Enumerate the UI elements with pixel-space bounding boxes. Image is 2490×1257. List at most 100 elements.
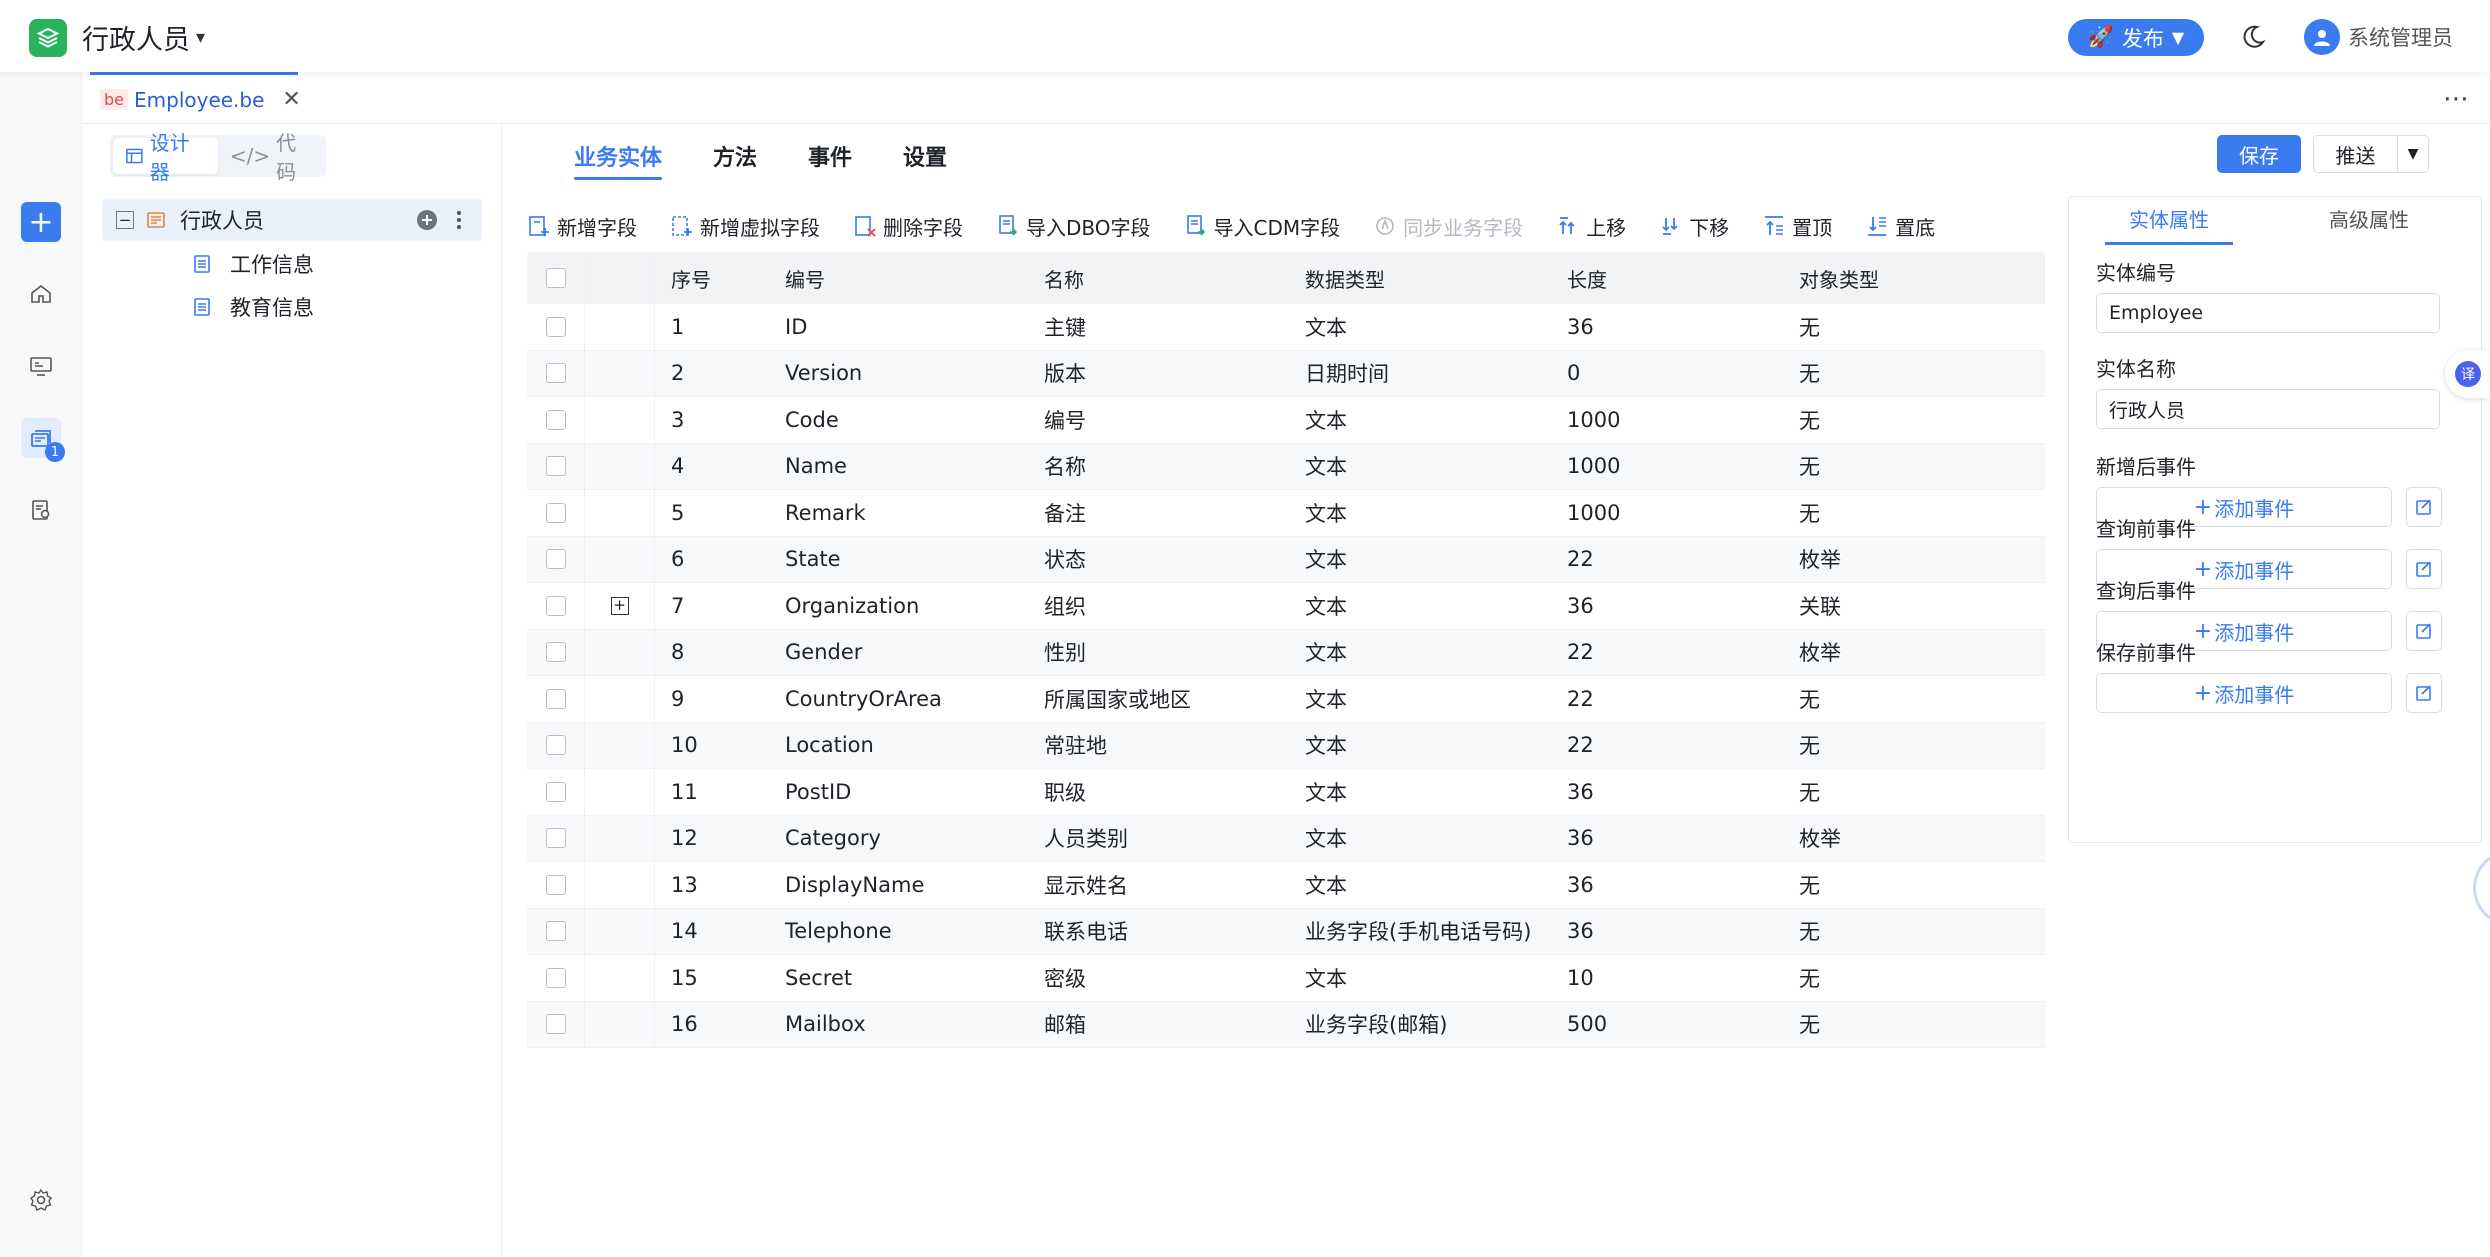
row-checkbox[interactable] <box>545 688 566 709</box>
table-row[interactable]: 10 Location 常驻地 文本 22 无 <box>527 722 2045 769</box>
toolbar-add-field-button[interactable]: 新增字段 <box>527 212 637 241</box>
row-checkbox[interactable] <box>545 595 566 616</box>
row-checkbox[interactable] <box>545 781 566 802</box>
table-row[interactable]: 13 DisplayName 显示姓名 文本 36 无 <box>527 862 2045 909</box>
entity-name-input[interactable]: 行政人员 <box>2096 389 2440 429</box>
row-checkbox[interactable] <box>545 409 566 430</box>
table-row[interactable]: 16 Mailbox 邮箱 业务字段(邮箱) 500 无 <box>527 1001 2045 1048</box>
add-event-label: 添加事件 <box>2214 620 2295 645</box>
table-row[interactable]: 8 Gender 性别 文本 22 枚举 <box>527 629 2045 676</box>
row-select-cell <box>527 595 584 616</box>
row-checkbox[interactable] <box>545 967 566 988</box>
row-checkbox[interactable] <box>545 549 566 570</box>
publish-button[interactable]: 🚀 发布 ▼ <box>2068 19 2204 56</box>
table-row[interactable]: 2 Version 版本 日期时间 0 无 <box>527 350 2045 397</box>
row-checkbox[interactable] <box>545 828 566 849</box>
row-checkbox[interactable] <box>545 316 566 337</box>
app-logo-icon[interactable] <box>29 19 67 57</box>
row-checkbox[interactable] <box>545 502 566 523</box>
table-row[interactable]: 4 Name 名称 文本 1000 无 <box>527 443 2045 490</box>
row-checkbox[interactable] <box>545 456 566 477</box>
add-child-icon[interactable] <box>416 209 438 231</box>
tab-entity-props[interactable]: 实体属性 <box>2069 197 2269 245</box>
tab-advanced-props[interactable]: 高级属性 <box>2269 197 2469 245</box>
cell-name: 版本 <box>1044 362 1086 387</box>
more-vertical-icon[interactable] <box>456 209 462 231</box>
save-button[interactable]: 保存 <box>2217 135 2301 173</box>
add-event-button[interactable]: + 添加事件 <box>2096 673 2392 713</box>
toolbar-import-dbo-button[interactable]: 导入DBO字段 <box>996 212 1151 241</box>
plus-icon: + <box>2193 494 2213 520</box>
table-row[interactable]: 11 PostID 职级 文本 36 无 <box>527 769 2045 816</box>
tree-node-child[interactable]: 工作信息 <box>102 243 314 285</box>
table-header: 序号 编号 名称 数据类型 长度 对象类型 <box>527 252 2045 304</box>
file-tab-employee[interactable]: be Employee.be ✕ <box>90 72 301 124</box>
edit-event-icon[interactable] <box>2406 487 2442 527</box>
toolbar-move-down-button[interactable]: 下移 <box>1659 212 1729 241</box>
tab-methods[interactable]: 方法 <box>713 124 757 188</box>
row-checkbox[interactable] <box>545 735 566 756</box>
table-row[interactable]: 12 Category 人员类别 文本 36 枚举 <box>527 815 2045 862</box>
push-button[interactable]: 推送 <box>2314 136 2398 172</box>
tab-settings[interactable]: 设置 <box>903 124 947 188</box>
entity-code-input[interactable]: Employee <box>2096 293 2440 333</box>
close-icon[interactable]: ✕ <box>282 87 300 112</box>
expand-icon[interactable]: + <box>610 596 629 615</box>
left-rail: + 1 <box>0 72 82 1257</box>
moon-icon[interactable] <box>2238 22 2268 52</box>
toolbar-move-bottom-button[interactable]: 置底 <box>1865 212 1935 241</box>
row-select-cell <box>527 316 584 337</box>
row-checkbox[interactable] <box>545 921 566 942</box>
user-menu[interactable]: 系统管理员 <box>2304 19 2453 55</box>
cell-seq: 8 <box>671 640 685 665</box>
expand-cell <box>584 955 655 1001</box>
table-row[interactable]: +7 Organization 组织 文本 36 关联 <box>527 583 2045 630</box>
report-icon[interactable] <box>21 490 61 530</box>
tab-business-entity[interactable]: 业务实体 <box>574 124 663 188</box>
row-checkbox[interactable] <box>545 874 566 895</box>
col-seq: 序号 <box>671 267 711 292</box>
more-icon[interactable]: ⋯ <box>2443 84 2470 114</box>
toolbar-delete-field-button[interactable]: 删除字段 <box>853 212 963 241</box>
cell-name: 组织 <box>1044 594 1086 619</box>
settings-icon[interactable] <box>21 1180 61 1220</box>
edit-event-icon[interactable] <box>2406 611 2442 651</box>
app-title-dropdown[interactable]: 行政人员 ▾ <box>82 18 205 57</box>
table-row[interactable]: 1 ID 主键 文本 36 无 <box>527 304 2045 351</box>
table-row[interactable]: 15 Secret 密级 文本 10 无 <box>527 955 2045 1002</box>
table-row[interactable]: 5 Remark 备注 文本 1000 无 <box>527 490 2045 537</box>
home-icon[interactable] <box>21 274 61 314</box>
table-row[interactable]: 6 State 状态 文本 22 枚举 <box>527 536 2045 583</box>
cell-object-type: 无 <box>1799 920 1820 945</box>
tab-events[interactable]: 事件 <box>808 124 852 188</box>
row-checkbox[interactable] <box>545 363 566 384</box>
row-select-cell <box>527 735 584 756</box>
edit-event-icon[interactable] <box>2406 549 2442 589</box>
chevron-down-icon[interactable]: ▼ <box>2398 146 2428 162</box>
tree-node-child[interactable]: 教育信息 <box>102 286 314 328</box>
toolbar-move-up-button[interactable]: 上移 <box>1556 212 1626 241</box>
designer-toggle[interactable]: 设计器 <box>113 131 218 184</box>
edit-event-icon[interactable] <box>2406 673 2442 713</box>
row-checkbox[interactable] <box>545 642 566 663</box>
cell-seq: 3 <box>671 407 685 432</box>
cell-length: 22 <box>1567 640 1594 665</box>
monitor-icon[interactable] <box>21 346 61 386</box>
collapse-icon[interactable]: − <box>116 211 134 229</box>
table-row[interactable]: 14 Telephone 联系电话 业务字段(手机电话号码) 36 无 <box>527 908 2045 955</box>
table-row[interactable]: 9 CountryOrArea 所属国家或地区 文本 22 无 <box>527 676 2045 723</box>
table-row[interactable]: 3 Code 编号 文本 1000 无 <box>527 397 2045 444</box>
toolbar-import-cdm-button[interactable]: 导入CDM字段 <box>1184 212 1340 241</box>
toolbar-sync-button[interactable]: 同步业务字段 <box>1373 212 1523 241</box>
expand-cell <box>584 908 655 954</box>
add-icon[interactable]: + <box>21 202 61 242</box>
code-toggle[interactable]: </> 代码 <box>218 131 323 184</box>
translate-button[interactable]: 译 <box>2445 350 2490 398</box>
cell-length: 10 <box>1567 965 1594 990</box>
cards-icon[interactable]: 1 <box>21 418 65 462</box>
tree-node-root[interactable]: − 行政人员 <box>102 199 482 241</box>
row-checkbox[interactable] <box>545 1014 566 1035</box>
toolbar-move-top-button[interactable]: 置顶 <box>1762 212 1832 241</box>
toolbar-add-virtual-field-button[interactable]: 新增虚拟字段 <box>670 212 820 241</box>
select-all-checkbox[interactable] <box>545 268 566 288</box>
